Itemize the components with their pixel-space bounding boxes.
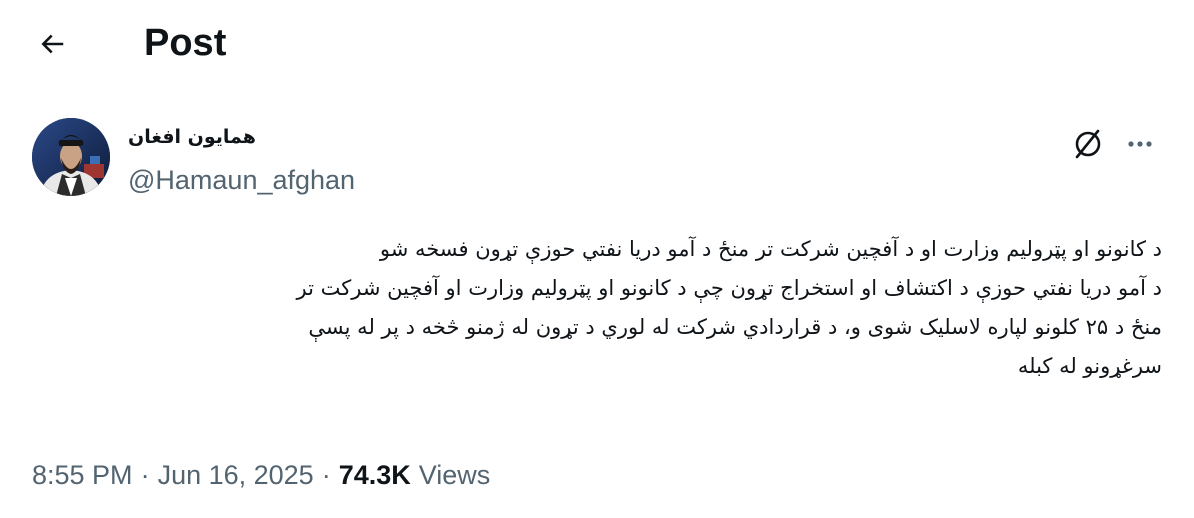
- post-time[interactable]: 8:55 PM: [32, 460, 133, 491]
- grok-button[interactable]: [1068, 124, 1108, 164]
- more-options-button[interactable]: [1120, 124, 1160, 164]
- post-date[interactable]: Jun 16, 2025: [158, 460, 314, 491]
- tweet-text: د کانونو او پټرولیم وزارت او د آفچین شرک…: [36, 230, 1162, 386]
- author-display-name[interactable]: همايون افغان: [128, 124, 256, 150]
- tweet-line: منځ د ۲۵ کلونو لپاره لاسلیک شوی و، د قرا…: [308, 315, 1162, 339]
- post-metadata: 8:55 PM · Jun 16, 2025 · 74.3K Views: [32, 456, 490, 494]
- tweet-line: سرغړونو له کبله: [1017, 354, 1162, 378]
- more-horizontal-icon: [1128, 141, 1152, 147]
- grok-icon: [1075, 129, 1101, 159]
- avatar[interactable]: [32, 118, 110, 196]
- arrow-left-icon: [41, 34, 64, 54]
- tweet-line: د آمو دریا نفتي حوزې د اکتشاف او استخراج…: [296, 276, 1162, 300]
- views-count[interactable]: 74.3K: [339, 460, 411, 491]
- tweet-line: د کانونو او پټرولیم وزارت او د آفچین شرک…: [379, 237, 1162, 261]
- views-label[interactable]: Views: [419, 460, 491, 491]
- page-title: Post: [144, 22, 227, 64]
- post-header: Post: [0, 0, 1194, 90]
- separator: ·: [140, 459, 150, 490]
- avatar-photo-icon: [32, 118, 110, 196]
- separator: ·: [321, 459, 331, 490]
- author-handle[interactable]: @Hamaun_afghan: [128, 163, 355, 197]
- back-button[interactable]: [26, 18, 78, 70]
